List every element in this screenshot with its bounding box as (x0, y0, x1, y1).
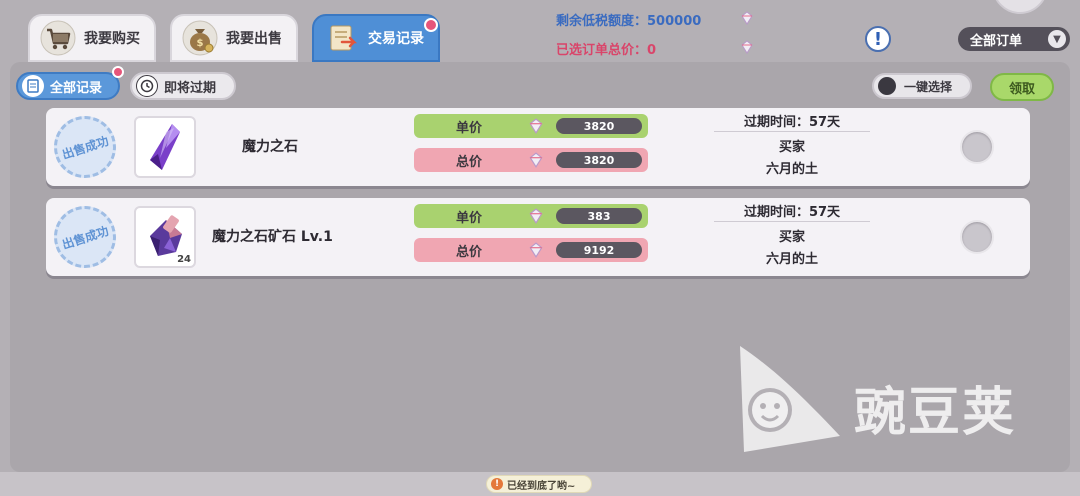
top-corner-button[interactable] (992, 0, 1048, 14)
scroll-icon (322, 18, 362, 58)
money-bag-icon: $ (180, 18, 220, 58)
sold-stamp: 出售成功 (45, 107, 125, 187)
total-price-label: 总价 (455, 154, 482, 170)
item-slot[interactable] (134, 116, 196, 178)
notification-dot (112, 66, 124, 78)
total-price-row: 总价 3820 (414, 148, 648, 172)
tab-trade-records[interactable]: 交易记录 (312, 14, 440, 62)
select-checkbox[interactable] (960, 130, 994, 164)
subtab-expiring-label: 即将过期 (164, 80, 217, 96)
total-price-value: 3820 (556, 152, 642, 168)
tax-quota: 剩余低税额度：500000 (556, 10, 701, 29)
buyer-name: 六月的土 (765, 252, 818, 267)
one-key-select-toggle[interactable]: 一键选择 (872, 73, 972, 99)
gem-icon (529, 208, 543, 224)
end-of-list-notice: ! 已经到底了哟~ (486, 475, 592, 493)
total-price-value: 9192 (556, 242, 642, 258)
record-card[interactable]: 出售成功 魔力之石 单价 3820 总价 3820 过期时间：57天 买家 六月… (45, 107, 1030, 187)
unit-price-row: 单价 3820 (414, 114, 648, 138)
info-alert-button[interactable]: ! (865, 26, 891, 52)
claim-button[interactable]: 领取 (990, 73, 1054, 101)
tab-buy-label: 我要购买 (84, 31, 140, 47)
subtab-expiring[interactable]: 即将过期 (130, 72, 236, 100)
gem-icon (529, 152, 543, 168)
magic-stone-icon (150, 124, 180, 170)
chevron-down-icon: ▼ (1048, 30, 1066, 48)
buyer-label: 买家 (778, 230, 805, 245)
warning-icon: ! (491, 478, 503, 490)
unit-price-label: 单价 (455, 120, 482, 136)
sold-stamp-label: 出售成功 (60, 223, 111, 252)
svg-text:$: $ (197, 38, 204, 49)
expire-time: 过期时间：57天 (743, 115, 841, 130)
sold-stamp-label: 出售成功 (60, 133, 111, 162)
order-filter-dropdown[interactable]: 全部订单 ▼ (958, 27, 1070, 51)
buyer-name: 六月的土 (765, 162, 818, 177)
unit-price-value: 3820 (556, 118, 642, 134)
tab-sell-label: 我要出售 (226, 31, 282, 47)
gem-icon (529, 118, 543, 134)
unit-price-value: 383 (556, 208, 642, 224)
tax-quota-label: 剩余低税额度： (556, 14, 648, 29)
unit-price-label: 单价 (455, 210, 482, 226)
expire-time: 过期时间：57天 (743, 205, 841, 220)
clock-icon (136, 75, 158, 97)
gem-icon (529, 242, 543, 258)
sold-stamp: 出售成功 (45, 197, 125, 277)
item-name: 魔力之石矿石 Lv.1 (212, 229, 333, 245)
toggle-knob (878, 77, 896, 95)
divider (714, 131, 870, 132)
tab-sell[interactable]: $ 我要出售 (170, 14, 298, 62)
one-key-select-label: 一键选择 (904, 79, 953, 94)
end-of-list-text: 已经到底了哟~ (507, 480, 576, 492)
claim-label: 领取 (1008, 81, 1035, 97)
gem-icon (741, 40, 753, 54)
selected-total-value: 0 (647, 43, 657, 58)
selected-total: 已选订单总价：0 (556, 39, 656, 58)
pea-pod-logo-icon (740, 346, 840, 452)
list-icon (22, 75, 44, 97)
divider (714, 221, 870, 222)
unit-price-row: 单价 383 (414, 204, 648, 228)
record-card[interactable]: 出售成功 24 魔力之石矿石 Lv.1 单价 383 总价 9192 过期时间：… (45, 197, 1030, 277)
subtab-all-records-label: 全部记录 (50, 80, 103, 96)
notification-dot (424, 18, 438, 32)
watermark: 豌豆荚 (736, 340, 1046, 460)
exclamation-icon: ! (873, 28, 883, 50)
order-filter-label: 全部订单 (970, 33, 1023, 49)
shopping-cart-icon (38, 18, 78, 58)
total-price-label: 总价 (455, 244, 482, 260)
tab-trade-records-label: 交易记录 (368, 31, 424, 47)
tab-buy[interactable]: 我要购买 (28, 14, 156, 62)
select-checkbox[interactable] (960, 220, 994, 254)
item-quantity: 24 (177, 254, 191, 265)
buyer-label: 买家 (778, 140, 805, 155)
tax-quota-value: 500000 (647, 14, 702, 29)
item-slot[interactable]: 24 (134, 206, 196, 268)
watermark-text: 豌豆荚 (854, 383, 1017, 443)
total-price-row: 总价 9192 (414, 238, 648, 262)
item-name: 魔力之石 (242, 139, 298, 155)
subtab-all-records[interactable]: 全部记录 (16, 72, 120, 100)
gem-icon (741, 11, 753, 25)
selected-total-label: 已选订单总价： (556, 43, 648, 58)
